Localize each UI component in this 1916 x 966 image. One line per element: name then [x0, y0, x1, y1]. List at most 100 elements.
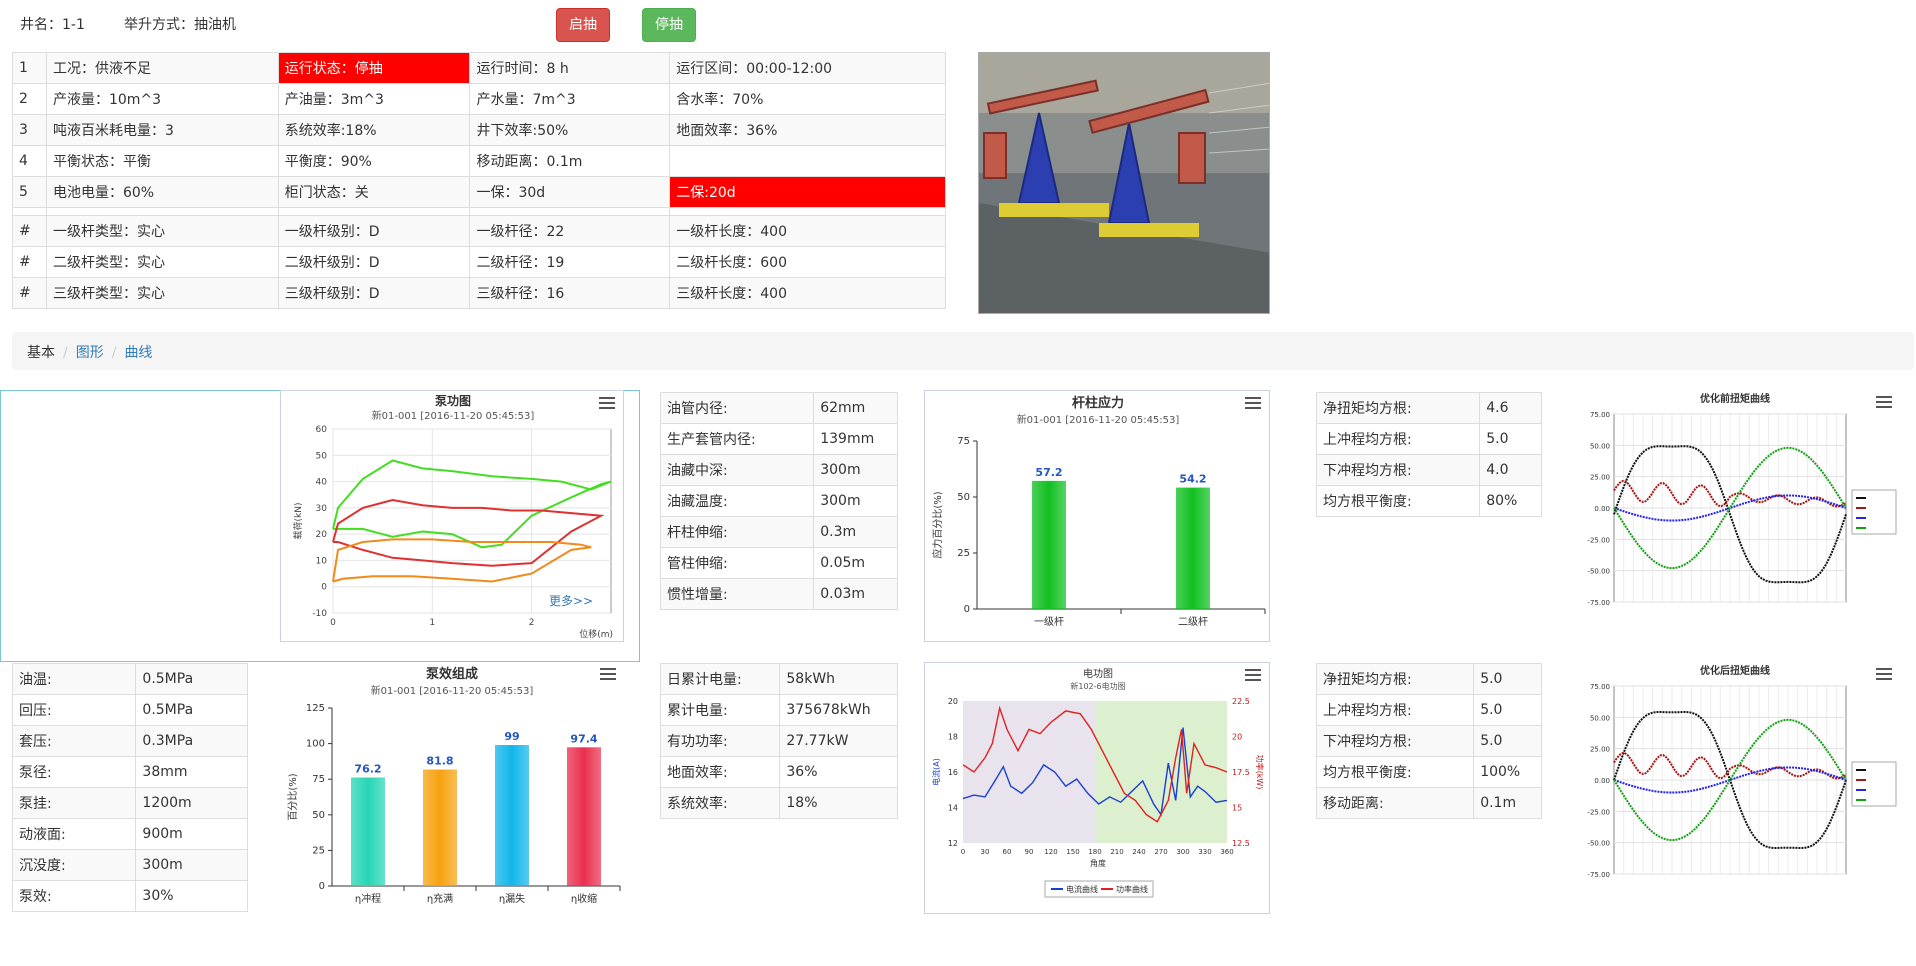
x-axis-label: 角度 [1090, 858, 1106, 868]
y-tick-label: -50.00 [1587, 840, 1610, 848]
kv-value: 5.0 [1473, 694, 1542, 726]
kv-label: 回压: [11, 694, 137, 726]
table-row: # 二级杆类型：实心 二级杆级别：D 二级杆径：19 二级杆长度：600 [12, 246, 946, 278]
x-tick-label: 210 [1110, 848, 1123, 856]
y2-tick-label: 15 [1232, 804, 1242, 813]
x-tick-label: 300 [1176, 848, 1189, 856]
kv-row: 泵挂: 1200m [11, 787, 248, 819]
y-tick-label: 25.00 [1590, 474, 1610, 482]
torque-before-chart: 优化前扭矩曲线 -75.00 -50.00 -25.00 0.00 25.00 50.00 7… [1570, 390, 1900, 642]
chart-menu-icon[interactable] [1245, 669, 1261, 681]
kv-value: 5.0 [1473, 725, 1542, 757]
y-tick-label: 100 [306, 739, 325, 750]
kv-label: 有功功率: [659, 725, 781, 757]
chart-menu-icon[interactable] [600, 668, 616, 680]
y-tick-label: 75 [312, 774, 325, 785]
kv-row: 地面效率: 36% [659, 756, 898, 788]
bar-0 [351, 777, 385, 886]
breadcrumb-base[interactable]: 基本 [27, 345, 55, 361]
x-tick-label: 120 [1044, 848, 1057, 856]
kv-row: 动液面: 900m [11, 818, 248, 850]
kv-row: 杆柱伸缩: 0.3m [659, 516, 898, 548]
kv-label: 上冲程均方根: [1315, 423, 1481, 455]
kv-label: 杆柱伸缩: [659, 516, 815, 548]
chart-menu-icon[interactable] [1876, 396, 1892, 408]
chart-menu-icon[interactable] [1876, 668, 1892, 680]
kv-row: 油藏温度: 300m [659, 485, 898, 517]
y-tick-label: 25.00 [1590, 746, 1610, 754]
kv-label: 油藏中深: [659, 454, 815, 486]
kv-value: 0.5MPa [135, 663, 248, 695]
kv-label: 泵径: [11, 756, 137, 788]
kv-row: 泵效: 30% [11, 880, 248, 912]
y-tick-label: 25 [312, 845, 325, 856]
breadcrumb-curves[interactable]: 曲线 [124, 345, 152, 361]
x-tick-label: 二级杆 [1178, 616, 1208, 628]
chart-title: 优化前扭矩曲线 [1700, 392, 1770, 405]
y-tick-label: 12 [948, 839, 958, 848]
table-cell: 含水率：70% [669, 83, 946, 115]
table-cell: 平衡状态：平衡 [45, 145, 279, 177]
kv-value: 38mm [135, 756, 248, 788]
kv-label: 下冲程均方根: [1315, 454, 1481, 486]
table-cell: 运行区间：00:00-12:00 [669, 52, 946, 84]
chart-subtitle: 新102-6电功图 [1070, 681, 1125, 691]
bar-2 [495, 745, 529, 886]
kv-row: 油温: 0.5MPa [11, 663, 248, 695]
y-tick-label: 10 [316, 556, 328, 566]
y-axis-label: 应力百分比(%) [931, 491, 944, 558]
torque-params-table-2: 净扭矩均方根: 5.0 上冲程均方根: 5.0 下冲程均方根: 5.0 均方根平衡度: 100… [1315, 663, 1542, 819]
breadcrumb: 基本 / 图形 / 曲线 [12, 332, 1914, 370]
kv-row: 日累计电量: 58kWh [659, 663, 898, 695]
table-cell: 二级杆长度：600 [669, 246, 946, 278]
table-cell: 三级杆径：16 [469, 277, 671, 309]
x-tick-label: 150 [1066, 848, 1079, 856]
table-cell: 二级杆类型：实心 [45, 246, 279, 278]
kv-label: 套压: [11, 725, 137, 757]
table-cell: 一保：30d [469, 176, 671, 208]
pumpjack-photo [978, 52, 1270, 314]
y-tick-label: 50.00 [1590, 714, 1610, 722]
table-cell: 一级杆径：22 [469, 215, 671, 247]
y2-tick-label: 12.5 [1232, 839, 1250, 848]
kv-row: 移动距离: 0.1m [1315, 787, 1542, 819]
breadcrumb-graphics[interactable]: 图形 [76, 345, 104, 361]
start-pump-button[interactable]: 启抽 [556, 8, 610, 42]
kv-value: 0.3m [813, 516, 898, 548]
kv-row: 生产套管内径: 139mm [659, 423, 898, 455]
stop-pump-button[interactable]: 停抽 [642, 8, 696, 42]
pump-card-chart: 泵功图 新01-001 [2016-11-20 05:45:53] -10 0 10 20… [280, 390, 624, 642]
table-row: 1 工况：供液不足 运行状态：停抽 运行时间：8 h 运行区间：00:00-12:00 [12, 52, 946, 84]
y2-tick-label: 17.5 [1232, 768, 1250, 777]
y2-tick-label: 20 [1232, 733, 1242, 742]
kv-label: 净扭矩均方根: [1315, 392, 1481, 424]
kv-value: 5.0 [1479, 423, 1542, 455]
x-tick-label: 一级杆 [1034, 616, 1064, 628]
kv-row: 油藏中深: 300m [659, 454, 898, 486]
table-cell: 平衡度：90% [277, 145, 471, 177]
y-tick-label: 50 [957, 492, 970, 503]
table-cell: 吨液百米耗电量：3 [45, 114, 279, 146]
kv-label: 净扭矩均方根: [1315, 663, 1475, 695]
y-tick-label: 75 [957, 436, 970, 447]
table-spacer [12, 207, 946, 216]
table-cell: 电池电量：60% [45, 176, 279, 208]
kv-value: 0.03m [813, 578, 898, 610]
y-tick-label: 75.00 [1590, 411, 1610, 419]
x-tick-label: η冲程 [355, 892, 381, 905]
x-tick-label: 360 [1220, 848, 1233, 856]
chart-menu-icon[interactable] [1245, 397, 1261, 409]
x-tick-label: η收缩 [571, 892, 597, 905]
y-tick-label: 60 [316, 425, 328, 435]
y2-tick-label: 22.5 [1232, 697, 1250, 706]
chart-menu-icon[interactable] [599, 397, 615, 409]
x-tick-label: η漏失 [499, 892, 525, 905]
y-tick-label: 18 [948, 733, 958, 742]
table-cell: 柜门状态：关 [277, 176, 471, 208]
x-tick-label: 330 [1198, 848, 1211, 856]
kv-value: 139mm [813, 423, 898, 455]
kv-label: 均方根平衡度: [1315, 756, 1475, 788]
kv-value: 80% [1479, 485, 1542, 517]
kv-value: 0.3MPa [135, 725, 248, 757]
bar-value-label: 76.2 [354, 762, 381, 775]
